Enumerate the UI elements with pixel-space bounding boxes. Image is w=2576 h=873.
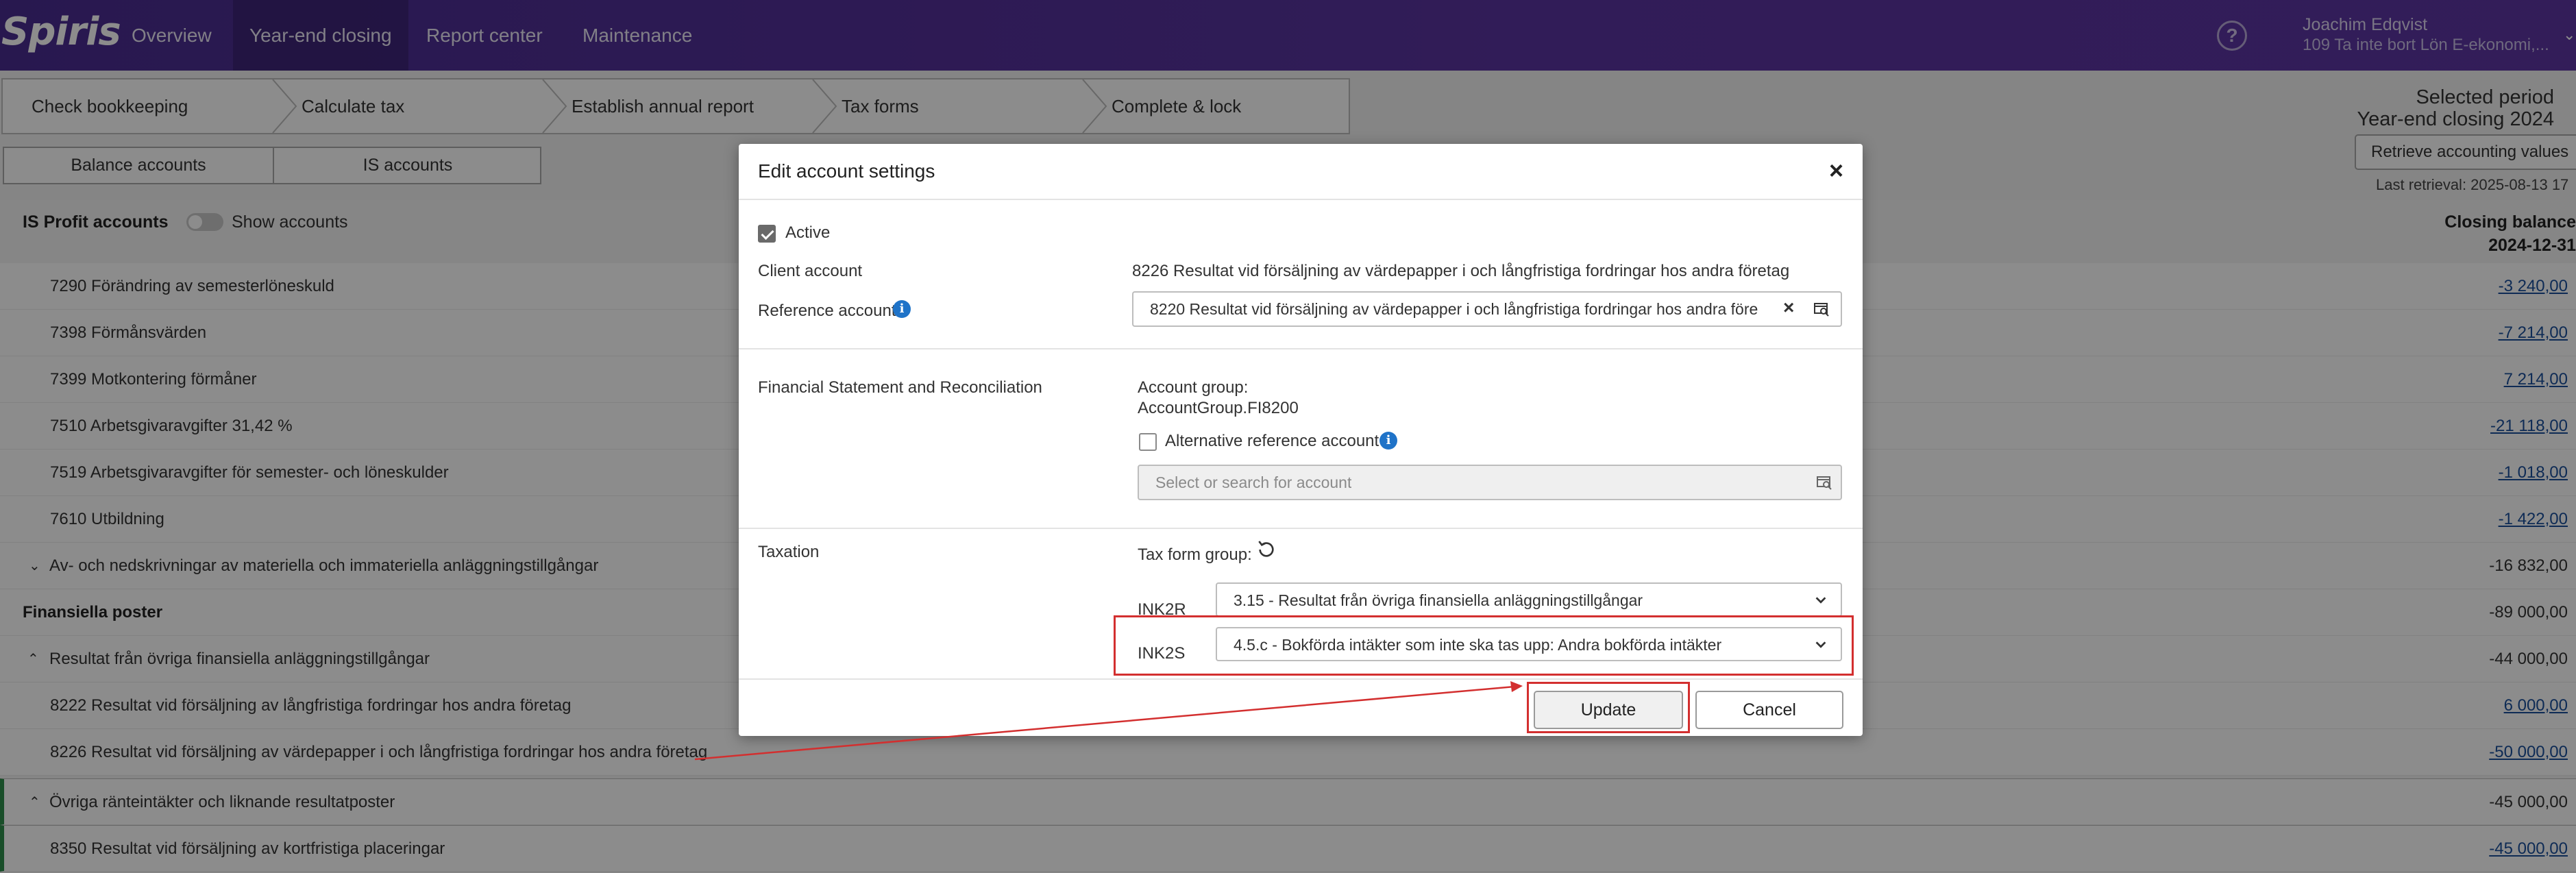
reset-icon[interactable] [1255,539,1277,561]
financial-section-label: Financial Statement and Reconciliation [758,378,1042,397]
alternative-reference-label: Alternative reference account [1165,432,1379,450]
cancel-button[interactable]: Cancel [1695,691,1843,729]
close-icon[interactable]: × [1829,156,1843,185]
account-group-label: Account group: [1138,378,1249,397]
client-account-label: Client account [758,262,863,280]
tax-form-group-label: Tax form group: [1138,545,1252,564]
taxation-label: Taxation [758,543,820,561]
reference-account-value: 8220 Resultat vid försäljning av värdepa… [1150,300,1758,318]
search-list-icon[interactable] [1813,301,1830,317]
dialog-title: Edit account settings [758,160,935,182]
client-account-value: 8226 Resultat vid försäljning av värdepa… [1132,262,1790,280]
clear-icon[interactable]: × [1783,297,1794,319]
ink2r-select[interactable]: 3.15 - Resultat från övriga finansiella … [1216,582,1842,617]
account-section: Active Client account 8226 Resultat vid … [739,200,1863,349]
search-list-icon[interactable] [1816,474,1832,491]
info-icon[interactable]: i [1379,432,1397,450]
reference-account-label: Reference account [758,302,896,320]
account-group-value: AccountGroup.FI8200 [1138,399,1299,417]
dialog-header: Edit account settings × [739,144,1863,200]
alternative-reference-checkbox[interactable] [1139,433,1157,451]
annotation-highlight-update [1527,682,1690,733]
annotation-highlight-ink2s [1114,615,1854,676]
active-label: Active [785,223,831,242]
chevron-down-icon [1815,597,1826,604]
ink2r-selected-value: 3.15 - Resultat från övriga finansiella … [1234,591,1643,609]
info-icon[interactable]: i [893,300,911,318]
alternative-reference-placeholder: Select or search for account [1155,474,1352,491]
financial-statement-section: Financial Statement and Reconciliation A… [739,349,1863,529]
alternative-reference-field[interactable]: Select or search for account [1138,465,1842,500]
reference-account-field[interactable]: 8220 Resultat vid försäljning av värdepa… [1132,291,1842,327]
active-checkbox[interactable] [758,225,776,243]
